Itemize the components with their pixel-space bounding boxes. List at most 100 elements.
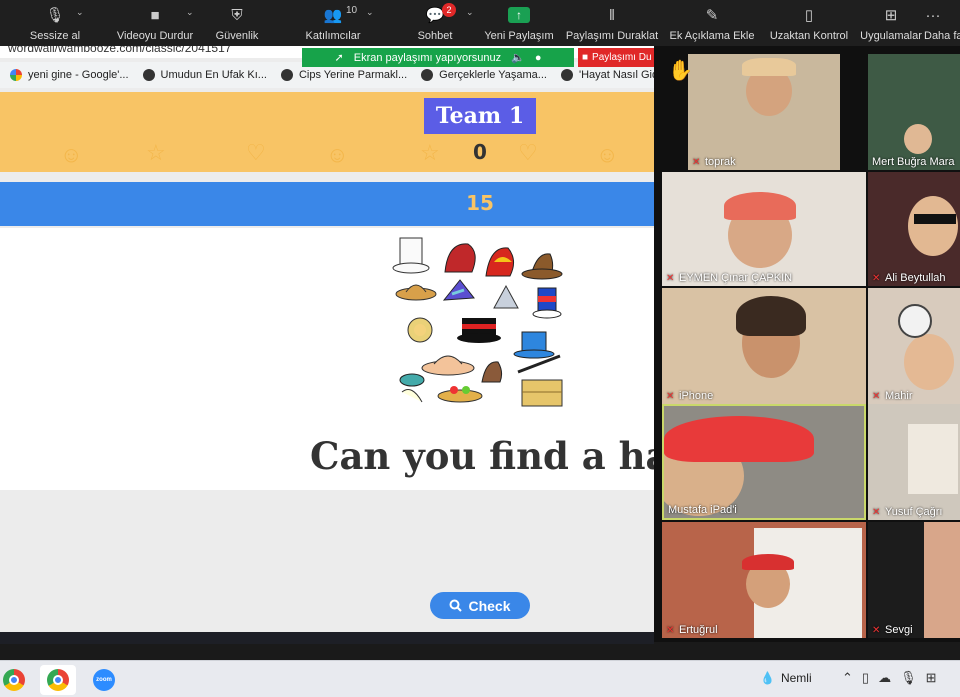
new-share-button[interactable]: ↑ Yeni Paylaşım xyxy=(478,0,560,46)
hat xyxy=(742,58,796,76)
system-tray: ⌃ ▯ ☁ 🎙 ⊞ xyxy=(842,670,936,686)
participant-tile[interactable]: ✕ Ertuğrul xyxy=(662,522,866,638)
chevron-down-icon[interactable]: ⌄ xyxy=(76,7,84,18)
remote-control-button[interactable]: ▯ Uzaktan Kontrol xyxy=(760,0,858,46)
team-name: Team 1 xyxy=(424,98,536,134)
participants-button[interactable]: 👥 10 ⌄ Katılımcılar xyxy=(274,0,392,46)
speaker-icon: 🔈 xyxy=(511,52,525,64)
team-score: 0 xyxy=(473,140,487,164)
pencil-icon: ✎ xyxy=(705,7,719,24)
windows-taskbar: zoom 💧 Nemli ⌃ ▯ ☁ 🎙 ⊞ xyxy=(0,660,960,697)
chat-button[interactable]: 💬 2 ⌄ Sohbet xyxy=(392,0,478,46)
star-deco-icon: ☆ xyxy=(146,140,166,165)
screen-sharing-banner: ➚ Ekran paylaşımı yapıyorsunuz 🔈 ● xyxy=(302,48,574,67)
mic-muted-icon: ✕ xyxy=(692,156,701,168)
bookmark-google[interactable]: yeni gine - Google'... xyxy=(10,69,129,81)
hand xyxy=(904,124,932,154)
apps-button[interactable]: ⊞ Uygulamalar xyxy=(858,0,924,46)
participant-name: Mert Buğra Mara xyxy=(872,156,955,168)
chevron-up-icon[interactable]: ⌃ xyxy=(842,670,853,686)
stop-square-icon: ■ xyxy=(582,52,589,63)
chevron-down-icon[interactable]: ⌄ xyxy=(186,7,194,18)
smiley-deco-icon: ☺ xyxy=(326,142,349,167)
chrome-icon xyxy=(47,669,69,691)
humidity-icon: 💧 xyxy=(760,671,775,685)
zoom-taskbar-button[interactable]: zoom xyxy=(86,665,122,695)
mic-muted-icon: ✕ xyxy=(872,272,881,284)
red-cap xyxy=(664,416,814,462)
network-icon[interactable]: ☁ xyxy=(878,670,891,686)
mute-button[interactable]: 🎙 ⌄ Sessize al xyxy=(0,0,110,46)
bookmark-2[interactable]: Umudun En Ufak Kı... xyxy=(142,69,267,81)
participant-name: ✕ EYMEN Çınar ÇAPKIN xyxy=(666,272,793,284)
chat-badge: 2 xyxy=(442,3,456,17)
phone-icon[interactable]: ▯ xyxy=(862,670,869,686)
side-video xyxy=(924,522,960,638)
mouse-icon: ▯ xyxy=(804,7,814,24)
bookmark-5[interactable]: 'Hayat Nasıl Gid xyxy=(560,69,654,81)
annotate-button[interactable]: ✎ Ek Açıklama Ekle xyxy=(664,0,760,46)
participant-name: ✕ Mahir xyxy=(872,390,913,402)
bookmark-icon xyxy=(280,69,293,81)
smiley-deco-icon: ☺ xyxy=(60,142,83,167)
page-bottom-strip xyxy=(0,632,654,644)
bookmark-4[interactable]: Gerçeklerle Yaşama... xyxy=(421,69,547,81)
participant-name: ✕ Ali Beytullah xyxy=(872,272,946,284)
weather-widget[interactable]: 💧 Nemli xyxy=(760,671,812,685)
participant-tile[interactable]: Mert Buğra Mara xyxy=(868,54,960,170)
raised-hand-icon: ✋ xyxy=(668,60,693,82)
shield-icon: ⛨ xyxy=(231,6,243,24)
participant-face xyxy=(904,334,954,390)
stop-video-button[interactable]: ■ ⌄ Videoyu Durdur xyxy=(110,0,200,46)
participant-name: Mustafa iPad'i xyxy=(668,504,737,516)
chrome-active-taskbar-button[interactable] xyxy=(40,665,76,695)
more-icon: ··· xyxy=(925,6,941,24)
microphone-icon[interactable]: 🎙 xyxy=(900,670,917,686)
participant-tile[interactable]: ✕ Mahir xyxy=(868,288,960,404)
pause-share-banner[interactable]: ■ Paylaşımı Du xyxy=(578,48,654,67)
search-icon xyxy=(449,599,463,612)
participant-tile[interactable]: ✕ EYMEN Çınar ÇAPKIN xyxy=(662,172,866,286)
participant-tile[interactable]: ✕ toprak xyxy=(688,54,840,170)
participant-tile[interactable]: ✕ iPhone xyxy=(662,288,866,404)
mic-muted-icon: ✕ xyxy=(666,624,675,636)
mic-muted-icon: ✕ xyxy=(872,390,881,402)
wall xyxy=(908,424,958,494)
participants-video-panel: ✕ toprak Mert Buğra Mara ✕ EYMEN Çınar ÇAP… xyxy=(654,46,960,642)
zoom-icon: zoom xyxy=(93,669,115,691)
check-button[interactable]: Check xyxy=(430,592,530,619)
gamepad-icon[interactable]: ⊞ xyxy=(926,670,937,686)
security-button[interactable]: ⛨ Güvenlik xyxy=(200,0,274,46)
participant-tile[interactable]: ✕ Sevgi xyxy=(868,522,960,638)
chevron-down-icon[interactable]: ⌄ xyxy=(466,7,474,18)
bookmark-icon xyxy=(421,69,434,81)
participant-tile[interactable]: ✕ Yusuf Çağrı xyxy=(868,404,960,520)
mic-muted-icon: ✕ xyxy=(666,390,675,402)
participant-tile[interactable]: ✕ Ali Beytullah xyxy=(868,172,960,286)
active-speaker-tile[interactable]: Mustafa iPad'i xyxy=(662,404,866,520)
hats-illustration xyxy=(392,237,563,407)
arrow-icon: ➚ xyxy=(334,52,344,64)
wall-clock-icon xyxy=(898,304,932,338)
bookmark-icon xyxy=(142,69,155,81)
shield-check-icon: ● xyxy=(534,51,542,64)
mic-muted-icon: ✕ xyxy=(666,272,675,284)
mic-muted-icon: ✕ xyxy=(872,624,881,636)
participant-name: ✕ Ertuğrul xyxy=(666,624,718,636)
timer-value: 15 xyxy=(466,191,494,215)
microphone-icon: 🎙 xyxy=(45,7,65,24)
star-deco-icon: ☆ xyxy=(420,140,440,165)
participant-name: ✕ toprak xyxy=(692,156,736,168)
share-screen-icon: ↑ xyxy=(508,7,530,23)
sunglasses-icon xyxy=(914,214,956,224)
chrome-taskbar-button[interactable] xyxy=(0,665,32,695)
participant-name: ✕ Yusuf Çağrı xyxy=(872,506,943,518)
beanie xyxy=(724,192,796,220)
pause-share-button[interactable]: ‖ Paylaşımı Duraklat xyxy=(560,0,664,46)
participants-icon: 👥 xyxy=(323,7,343,24)
bookmark-3[interactable]: Cips Yerine Parmakl... xyxy=(280,69,407,81)
more-button[interactable]: ··· Daha fa xyxy=(924,0,960,46)
question-text: Can you find a hat? xyxy=(310,434,709,478)
google-icon xyxy=(10,69,22,81)
chevron-down-icon[interactable]: ⌄ xyxy=(366,7,374,18)
